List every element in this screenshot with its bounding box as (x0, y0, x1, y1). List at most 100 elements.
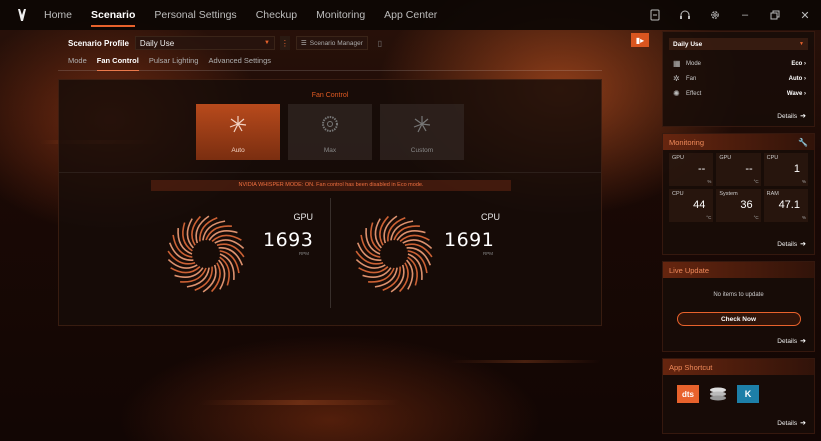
lighting-effect-icon: ✺ (673, 89, 680, 98)
profile-row-effect[interactable]: ✺ Effect Wave › (663, 86, 814, 101)
monitoring-header: Monitoring 🔧 (663, 134, 814, 150)
live-update-header: Live Update (663, 262, 814, 278)
check-now-button[interactable]: Check Now (676, 312, 801, 326)
background-streak (198, 400, 402, 405)
profile-select-value: Daily Use (673, 40, 703, 48)
more-options-icon[interactable]: ⋮ (279, 36, 290, 50)
monitor-value: 47.1 (778, 199, 800, 211)
monitor-unit: % (801, 179, 806, 184)
wrench-icon[interactable]: 🔧 (798, 138, 808, 147)
monitor-value: 1 (793, 163, 800, 175)
gpu-fan-rpm: 1693 (263, 229, 314, 251)
export-icon[interactable]: ▯ (374, 37, 386, 49)
nav-tab-personal-settings[interactable]: Personal Settings (154, 0, 236, 30)
fan-control-panel: Fan Control Auto Max Custom NVIDIA WHISP… (58, 79, 602, 326)
profile-row-mode[interactable]: ▦ Mode Eco › (663, 56, 814, 71)
arrow-right-icon: ➔ (800, 241, 806, 248)
divider (330, 198, 331, 308)
details-label: Details (777, 112, 798, 120)
monitor-value: 36 (740, 199, 753, 211)
subtab-fan-control[interactable]: Fan Control (96, 56, 139, 71)
monitor-cell-ram-usage: RAM 47.1 % (763, 189, 808, 222)
dts-app-icon[interactable]: dts (677, 385, 699, 403)
gpu-fan-graphic (167, 215, 245, 293)
monitor-value: -- (698, 163, 706, 175)
scenario-profile-row: Scenario Profile Daily Use ▼ ⋮ ☰ Scenari… (68, 36, 386, 50)
top-nav-bar: Home Scenario Personal Settings Checkup … (0, 0, 821, 30)
nav-tab-monitoring[interactable]: Monitoring (316, 0, 365, 30)
fan-custom-icon (413, 116, 431, 133)
profile-card: Daily Use ▼ ▦ Mode Eco › ✲ Fan Auto › ✺ Eff… (662, 31, 815, 127)
monitor-label: System (719, 191, 738, 197)
monitor-cell-gpu-temp: GPU -- °C (716, 153, 761, 186)
divider (58, 70, 602, 71)
profile-row-value: Wave (786, 90, 803, 97)
subtab-bar: Mode Fan Control Pulsar Lighting Advance… (68, 56, 271, 71)
fan-max-icon (322, 116, 338, 132)
monitor-unit: % (707, 179, 712, 184)
scenario-manager-button[interactable]: ☰ Scenario Manager (295, 36, 368, 50)
headset-icon[interactable] (677, 7, 693, 23)
restore-icon[interactable] (767, 7, 783, 23)
nav-tab-scenario[interactable]: Scenario (91, 0, 136, 30)
profile-row-key: Effect (686, 90, 702, 97)
nav-tab-home[interactable]: Home (44, 0, 72, 30)
live-update-details-link[interactable]: Details ➔ (777, 337, 806, 346)
scenario-profile-value: Daily Use (139, 38, 175, 48)
gpu-fan-label: GPU (293, 212, 313, 222)
scenario-profile-select[interactable]: Daily Use ▼ (134, 36, 275, 50)
fan-mode-max-button[interactable]: Max (288, 104, 372, 160)
collapse-sidebar-icon[interactable]: ▮▸ (631, 33, 649, 47)
minimize-icon[interactable]: – (737, 7, 753, 23)
fan-mode-custom-button[interactable]: Custom (380, 104, 464, 160)
scenario-manager-label: Scenario Manager (309, 39, 363, 47)
fan-mode-custom-label: Custom (410, 147, 434, 154)
app-shortcut-details-link[interactable]: Details ➔ (777, 419, 806, 428)
subtab-advanced-settings[interactable]: Advanced Settings (208, 56, 271, 68)
app-shortcut-header: App Shortcut (663, 359, 814, 375)
app-shortcut-title: App Shortcut (669, 362, 713, 372)
profile-row-value: Auto (788, 75, 803, 82)
screenshot-icon[interactable] (647, 7, 663, 23)
profile-row-key: Mode (686, 60, 702, 67)
fan-mode-max-label: Max (323, 147, 337, 154)
fan-mode-auto-label: Auto (231, 147, 245, 154)
details-label: Details (777, 419, 798, 427)
predator-logo (0, 0, 44, 30)
arrow-right-icon: ➔ (800, 420, 806, 427)
chevron-down-icon: ▼ (263, 40, 270, 46)
chevron-down-icon: ▼ (799, 41, 804, 47)
subtab-pulsar-lighting[interactable]: Pulsar Lighting (149, 56, 199, 68)
whisper-mode-notice: NVIDIA WHISPER MODE: ON. Fan control has… (151, 180, 511, 191)
close-icon[interactable]: ✕ (797, 7, 813, 23)
monitoring-card: Monitoring 🔧 GPU -- % GPU -- °C CPU 1 % … (662, 133, 815, 255)
fan-icon: ✲ (673, 74, 680, 83)
monitoring-details-link[interactable]: Details ➔ (777, 240, 806, 249)
monitor-cell-cpu-usage: CPU 1 % (763, 153, 808, 186)
gear-icon[interactable] (707, 7, 723, 23)
fan-control-title: Fan Control (311, 92, 349, 99)
profile-row-key: Fan (686, 75, 697, 82)
monitor-value: 44 (693, 199, 706, 211)
profile-row-fan[interactable]: ✲ Fan Auto › (663, 71, 814, 86)
monitoring-title: Monitoring (669, 137, 705, 147)
subtab-mode[interactable]: Mode (68, 56, 87, 68)
cpu-fan-label: CPU (480, 212, 500, 222)
details-label: Details (777, 337, 798, 345)
fan-mode-auto-button[interactable]: Auto (196, 104, 280, 160)
monitor-unit: °C (753, 179, 759, 184)
nav-tab-checkup[interactable]: Checkup (256, 0, 297, 30)
nav-tab-app-center[interactable]: App Center (384, 0, 437, 30)
live-update-title: Live Update (669, 265, 710, 275)
killer-app-icon[interactable]: K (737, 385, 759, 403)
arrow-right-icon: ➔ (800, 113, 806, 120)
profile-details-link[interactable]: Details ➔ (777, 112, 806, 121)
scenario-profile-label: Scenario Profile (68, 38, 129, 48)
storage-app-icon[interactable] (707, 385, 729, 403)
profile-select[interactable]: Daily Use ▼ (669, 38, 808, 50)
monitor-label: CPU (766, 155, 779, 161)
divider (59, 172, 601, 173)
monitor-value: -- (745, 163, 753, 175)
monitor-unit: °C (706, 215, 712, 220)
monitor-unit: °C (753, 215, 759, 220)
